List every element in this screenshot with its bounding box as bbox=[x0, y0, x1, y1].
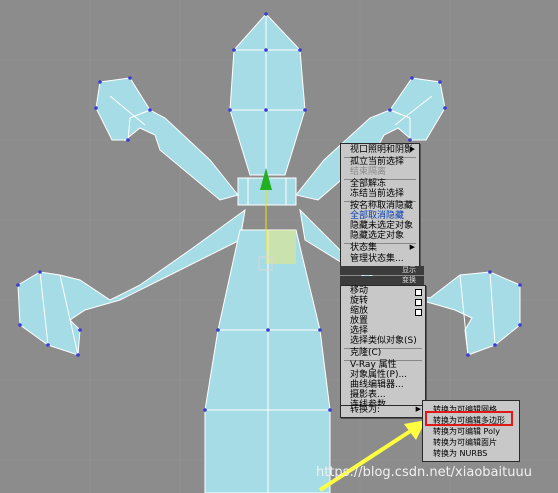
menu-item-state-sets[interactable]: 状态集 ▶ bbox=[341, 244, 419, 254]
settings-box-icon[interactable] bbox=[415, 289, 422, 296]
menu-item-viewport-lighting[interactable]: 视口照明和阴影 ▶ bbox=[341, 146, 419, 156]
menu-item-hide-selection[interactable]: 隐藏选定对象 bbox=[341, 232, 419, 242]
menu-item-select-similar[interactable]: 选择类似对象(S) bbox=[341, 337, 425, 347]
menu-item-freeze-selection[interactable]: 冻结当前选择 bbox=[341, 190, 419, 200]
convert-to-submenu: 转换为可编辑网格 转换为可编辑多边形 转换为可编辑 Poly 转换为可编辑面片 … bbox=[422, 400, 520, 462]
menu-item-manage-state-sets[interactable]: 管理状态集... bbox=[341, 255, 419, 265]
quad-band-transform: 变换 bbox=[340, 276, 424, 285]
menu-item-end-isolate: 结束隔离 bbox=[350, 167, 387, 177]
quad-band-display: 显示 bbox=[340, 266, 424, 275]
submenu-item-editable-poly-alt[interactable]: 转换为可编辑 Poly bbox=[423, 426, 519, 436]
submenu-arrow-icon: ▶ bbox=[409, 243, 415, 251]
submenu-arrow-icon: ▶ bbox=[415, 405, 421, 413]
quad-menu-display: 视口照明和阴影 ▶ 孤立当前选择 结束隔离 全部解冻 冻结当前选择 按名称取消隐藏… bbox=[340, 143, 420, 272]
menu-item-convert-to[interactable]: 转换为: ▶ bbox=[341, 406, 425, 416]
submenu-arrow-icon: ▶ bbox=[409, 145, 415, 153]
watermark: https://blog.csdn.net/xiaobaituuu bbox=[316, 465, 532, 480]
submenu-item-editable-patch[interactable]: 转换为可编辑面片 bbox=[423, 437, 519, 447]
menu-item-clone[interactable]: 克隆(C) bbox=[341, 349, 425, 359]
settings-box-icon[interactable] bbox=[415, 309, 422, 316]
submenu-item-nurbs[interactable]: 转换为 NURBS bbox=[423, 448, 519, 458]
quad-menu-transform: 移动 旋转 缩放 放置 选择 选择类似对象(S) 克隆(C) V-Ray 属性 … bbox=[340, 285, 426, 418]
settings-box-icon[interactable] bbox=[415, 299, 422, 306]
highlight-box bbox=[425, 411, 513, 426]
quad-menu-convert: 转换为: ▶ bbox=[340, 405, 426, 418]
